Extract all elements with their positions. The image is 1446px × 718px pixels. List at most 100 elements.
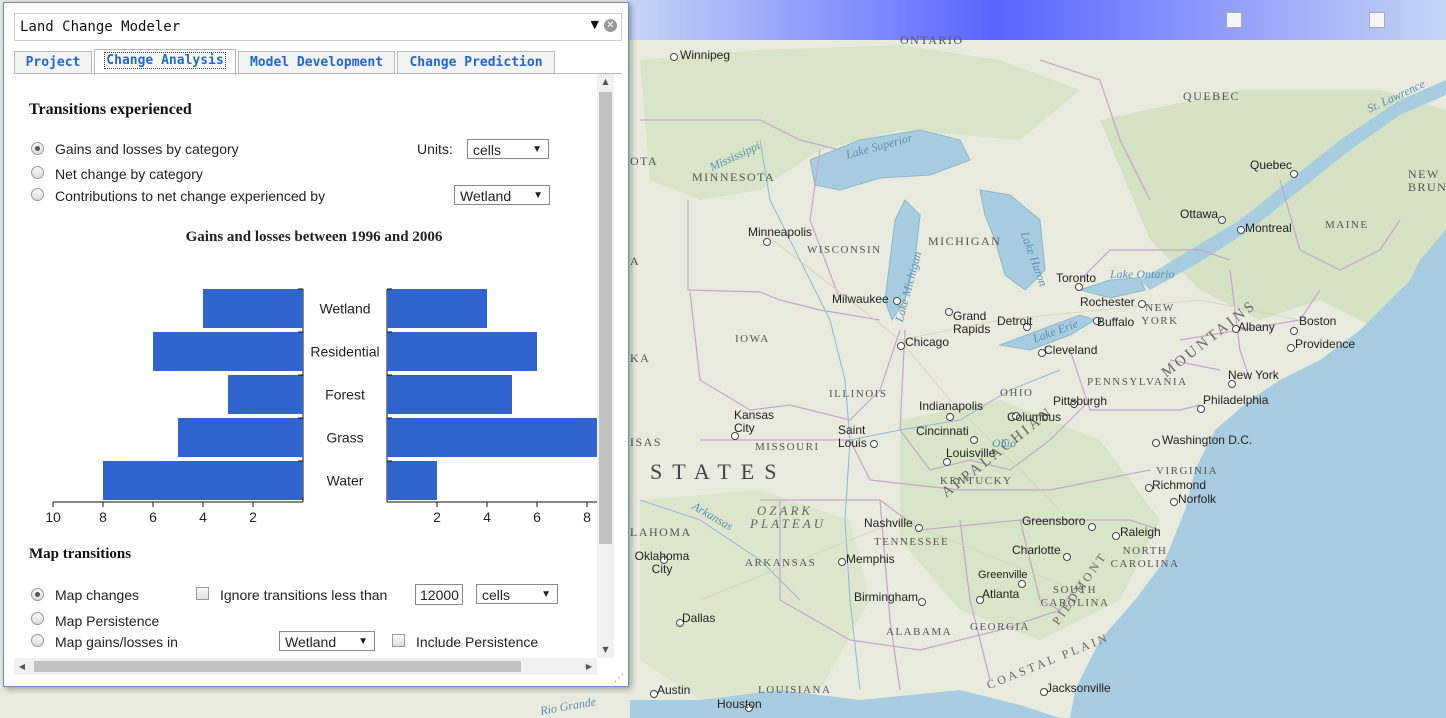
map-city: Columbus: [1007, 410, 1062, 424]
map-city: Birmingham: [854, 590, 919, 604]
map-city: Nashville: [864, 516, 913, 530]
map-city: Houston: [717, 697, 762, 711]
right-tick-label: 6: [533, 509, 541, 525]
loss-bar: [153, 332, 303, 371]
map-label-ohio: OHIO: [1000, 387, 1034, 399]
map-city: Chicago: [905, 335, 950, 349]
map-city: Greenville: [978, 569, 1028, 581]
vertical-scrollbar[interactable]: ▲ ▼: [597, 74, 614, 658]
map-city: Raleigh: [1120, 525, 1161, 539]
tab-change-analysis[interactable]: Change Analysis: [94, 49, 236, 75]
map-label-louisiana: LOUISIANA: [758, 684, 832, 696]
ignore-transitions-checkbox[interactable]: [196, 587, 209, 600]
map-city: Memphis: [846, 552, 895, 566]
map-city: Winnipeg: [680, 48, 731, 62]
gains-losses-category-select[interactable]: Wetland ▼: [279, 631, 375, 651]
module-selector[interactable]: Land Change Modeler ▼ ✕: [14, 13, 622, 41]
map-label-missouri: MISSOURI: [755, 441, 820, 453]
map-label-minnesota: MINNESOTA: [692, 170, 776, 184]
left-tick-label: 8: [99, 509, 107, 525]
radio-map-persistence[interactable]: [31, 612, 44, 625]
map-label-tennessee: TENNESSEE: [874, 536, 950, 548]
scroll-left-icon[interactable]: ◀: [14, 658, 30, 675]
map-city: Cleveland: [1044, 343, 1098, 357]
map-city: Boston: [1299, 314, 1337, 328]
map-label-alabama: ALABAMA: [886, 626, 953, 638]
ignore-transitions-label: Ignore transitions less than: [220, 587, 388, 603]
loss-bar: [103, 461, 303, 500]
map-transitions-heading: Map transitions: [29, 546, 132, 562]
map-city: Milwaukee: [832, 292, 889, 306]
left-tick-label: 10: [45, 509, 61, 525]
map-city: Norfolk: [1178, 492, 1217, 506]
map-label-quebec: QUEBEC: [1183, 89, 1240, 103]
map-city: Richmond: [1152, 478, 1207, 492]
map-city: Minneapolis: [748, 225, 813, 239]
map-label-ohio-river: Ohio: [992, 436, 1016, 450]
radio-map-gains-losses[interactable]: [31, 634, 44, 647]
map-top-banner: [627, 0, 1446, 40]
panel-title: Land Change Modeler: [20, 19, 181, 35]
map-city: Montreal: [1245, 221, 1292, 235]
map-label-edge: KA: [630, 351, 651, 365]
gain-bar: [387, 375, 512, 414]
tab-project[interactable]: Project: [14, 51, 92, 74]
gains-losses-chart: Gains and losses between 1996 and 2006 W…: [45, 229, 597, 525]
radio-label-map-gains-losses: Map gains/losses in: [55, 634, 178, 650]
map-city: Greensboro: [1022, 514, 1086, 528]
radio-map-changes[interactable]: [31, 588, 44, 601]
map-city: Rochester: [1080, 295, 1135, 309]
gain-bar: [387, 461, 437, 500]
close-icon[interactable]: ✕: [604, 19, 617, 32]
include-persistence-checkbox[interactable]: [392, 634, 405, 647]
map-city: Charlotte: [1012, 543, 1061, 557]
scroll-right-icon[interactable]: ▶: [581, 658, 597, 675]
map-city: Grand Rapids: [953, 309, 991, 336]
tab-model-development[interactable]: Model Development: [238, 51, 395, 74]
map-label-lake-ontario: Lake Ontario: [1110, 267, 1175, 281]
map-city: Kansas City: [734, 408, 775, 435]
scroll-down-icon[interactable]: ▼: [597, 642, 614, 658]
chart-title: Gains and losses between 1996 and 2006: [186, 229, 443, 245]
map-label-edge: OTA: [630, 154, 659, 168]
map-label-wisconsin: WISCONSIN: [807, 244, 882, 256]
include-persistence-label: Include Persistence: [416, 634, 539, 650]
chevron-down-icon[interactable]: ▼: [591, 18, 599, 31]
category-label: Water: [327, 473, 364, 489]
ignore-threshold-input[interactable]: 12000: [415, 584, 463, 605]
land-change-modeler-panel: Land Change Modeler ▼ ✕ Project Change A…: [3, 2, 629, 687]
resize-grip-icon[interactable]: ⋰: [614, 673, 626, 685]
category-label: Wetland: [319, 301, 370, 317]
radio-label-map-changes: Map changes: [55, 587, 140, 603]
map-label-ozark-plateau: OZARK PLATEAU: [750, 503, 827, 531]
map-city: Pittsburgh: [1053, 394, 1108, 408]
chevron-down-icon: ▼: [541, 589, 551, 600]
map-label-states: STATES: [650, 459, 787, 484]
ignore-units-select[interactable]: cells ▼: [476, 584, 558, 604]
horizontal-scrollbar[interactable]: ◀ ▶: [14, 658, 597, 675]
map-label-illinois: ILLINOIS: [829, 388, 888, 400]
map-label-edge: LAHOMA: [630, 525, 692, 539]
tab-change-prediction[interactable]: Change Prediction: [397, 51, 555, 74]
map-label-maine: MAINE: [1325, 219, 1369, 231]
loss-bar: [178, 418, 303, 457]
map-city: Indianapolis: [919, 399, 984, 413]
map-city: Cincinnati: [916, 424, 969, 438]
broken-image-icon: [1369, 12, 1385, 28]
map-label-michigan: MICHIGAN: [928, 234, 1002, 248]
gain-bar: [387, 289, 487, 328]
loss-bar: [203, 289, 303, 328]
map-label-new-brunswick: NEW BRUNSWICK: [1408, 167, 1446, 194]
scroll-thumb[interactable]: [599, 92, 612, 544]
category-label: Forest: [325, 387, 365, 403]
scroll-up-icon[interactable]: ▲: [597, 74, 614, 90]
left-tick-label: 2: [249, 509, 257, 525]
category-label: Residential: [310, 344, 379, 360]
map-city: Louisville: [946, 446, 996, 460]
map-city: Ottawa: [1180, 207, 1219, 221]
chevron-down-icon: ▼: [358, 636, 368, 647]
scroll-thumb[interactable]: [34, 661, 521, 672]
category-label: Grass: [326, 430, 363, 446]
left-tick-label: 4: [199, 509, 207, 525]
map-label-edge: A: [630, 254, 641, 268]
